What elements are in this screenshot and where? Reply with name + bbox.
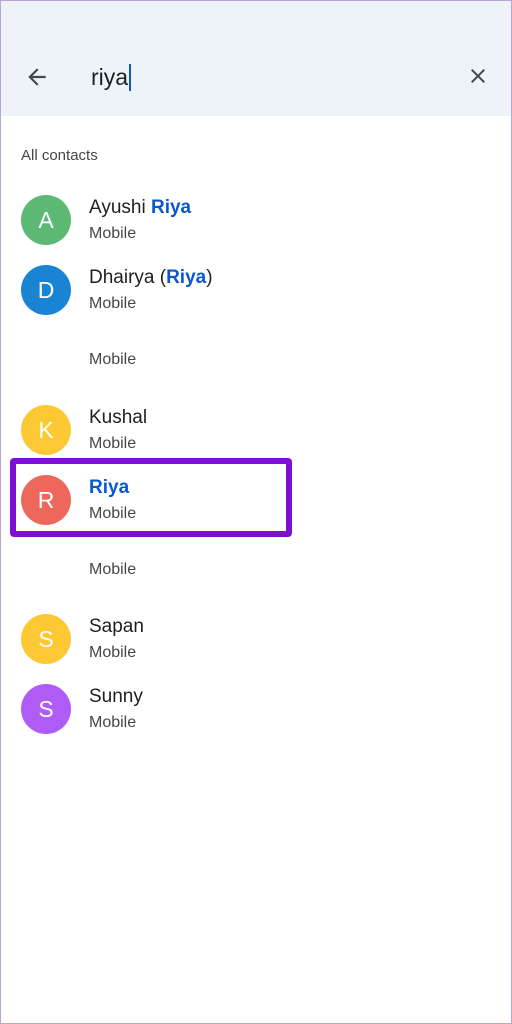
contact-name-suffix: ) bbox=[206, 267, 213, 288]
avatar: A bbox=[21, 195, 71, 245]
contact-row[interactable]: S Sapan Mobile bbox=[1, 604, 511, 674]
avatar: S bbox=[21, 614, 71, 664]
back-button[interactable] bbox=[21, 61, 53, 93]
avatar: K bbox=[21, 405, 71, 455]
contact-phone-type: Mobile bbox=[89, 435, 137, 452]
contact-name: Ayushi Riya bbox=[89, 197, 191, 219]
text-cursor bbox=[129, 63, 132, 91]
contact-name: Sapan bbox=[89, 616, 144, 638]
avatar: D bbox=[21, 265, 71, 315]
contact-row[interactable]: Mobile bbox=[1, 325, 511, 395]
contact-row[interactable]: A Ayushi Riya Mobile bbox=[1, 185, 511, 255]
contact-name-text: Kushal bbox=[89, 407, 148, 428]
contact-name-match: Riya bbox=[89, 477, 130, 498]
contact-name: Kushal bbox=[89, 407, 147, 429]
arrow-back-icon bbox=[28, 68, 46, 86]
contact-name-match: Riya bbox=[150, 197, 192, 218]
contact-name-text: Sapan bbox=[89, 616, 144, 637]
contact-phone-type: Mobile bbox=[89, 505, 137, 522]
contact-name-text: Dhairya ( bbox=[89, 267, 167, 288]
contact-row[interactable]: R Riya Mobile bbox=[1, 465, 511, 535]
avatar: R bbox=[21, 475, 71, 525]
section-label: All contacts bbox=[21, 147, 98, 164]
contact-phone-type: Mobile bbox=[89, 561, 137, 578]
contact-row[interactable]: D Dhairya (Riya) Mobile bbox=[1, 255, 511, 325]
contact-name-text: Sunny bbox=[89, 686, 143, 707]
contact-row[interactable]: S Sunny Mobile bbox=[1, 674, 511, 744]
contact-phone-type: Mobile bbox=[89, 644, 137, 661]
contact-phone-type: Mobile bbox=[89, 225, 137, 242]
contact-name-text: Ayushi bbox=[89, 197, 151, 218]
contact-row[interactable]: Mobile bbox=[1, 535, 511, 605]
contact-phone-type: Mobile bbox=[89, 295, 137, 312]
contact-name: Riya bbox=[89, 477, 129, 499]
search-input[interactable]: riya bbox=[91, 59, 441, 95]
avatar: S bbox=[21, 684, 71, 734]
contact-phone-type: Mobile bbox=[89, 351, 137, 368]
contact-row[interactable]: K Kushal Mobile bbox=[1, 395, 511, 465]
clear-search-button[interactable] bbox=[463, 61, 493, 91]
contact-name: Dhairya (Riya) bbox=[89, 267, 213, 289]
search-query: riya bbox=[91, 63, 129, 90]
close-icon bbox=[471, 69, 485, 83]
contact-phone-type: Mobile bbox=[89, 714, 137, 731]
contact-name: Sunny bbox=[89, 686, 143, 708]
contact-name-match: Riya bbox=[166, 267, 207, 288]
search-header: riya bbox=[1, 1, 511, 116]
